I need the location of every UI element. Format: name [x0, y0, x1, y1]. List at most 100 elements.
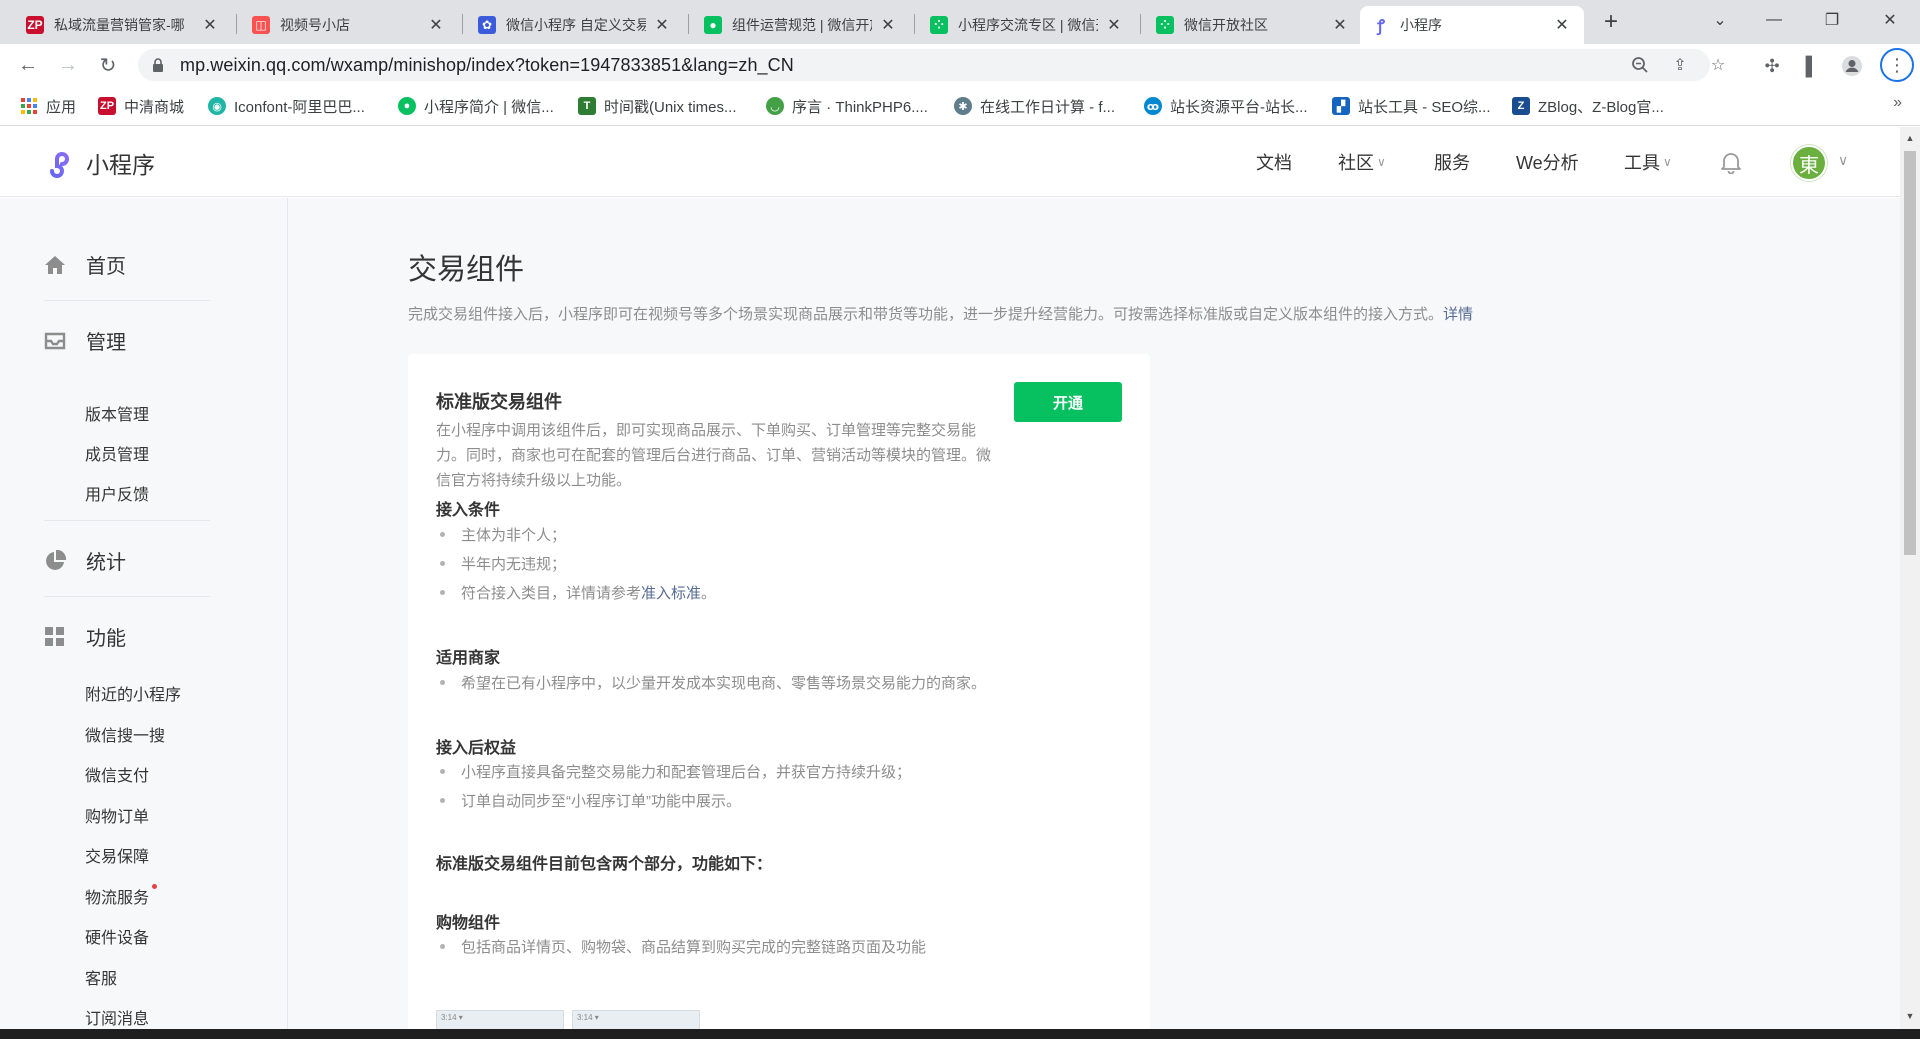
tab-close-icon[interactable]: ✕	[652, 15, 672, 35]
avatar[interactable]: 東	[1791, 145, 1827, 181]
bookmark-item[interactable]: Z ZBlog、Z-Blog官...	[1512, 94, 1664, 118]
tab-search-chevron-icon[interactable]: ⌄	[1696, 0, 1744, 40]
sidebar-item-search[interactable]: 微信搜一搜	[85, 722, 165, 746]
back-icon[interactable]: ←	[14, 51, 42, 79]
tab-close-icon[interactable]: ✕	[200, 15, 220, 35]
bookmark-item[interactable]: ꝏ 站长资源平台-站长...	[1144, 94, 1308, 118]
tab-close-icon[interactable]: ✕	[1330, 15, 1350, 35]
url-text[interactable]: mp.weixin.qq.com/wxamp/minishop/index?to…	[180, 55, 794, 76]
browser-tab[interactable]: ZP 私域流量营销管家-哪 ✕	[14, 6, 232, 44]
list-item-text: 订单自动同步至“小程序订单”功能中展示。	[461, 793, 741, 810]
sidebar-item-features[interactable]: 功能	[44, 622, 126, 651]
site-header: 小程序 文档 社区 ∨ 服务 We分析 工具 ∨ 東 ∨	[0, 127, 1900, 197]
sidebar-item-service[interactable]: 客服	[85, 965, 117, 989]
profile-icon[interactable]	[1840, 54, 1864, 78]
section-title-benefits: 接入后权益	[436, 740, 517, 757]
bookmark-favicon-icon: ZP	[98, 97, 116, 115]
sidebar-item-nearby[interactable]: 附近的小程序	[85, 681, 181, 705]
sidebar-item-hardware[interactable]: 硬件设备	[85, 924, 149, 948]
site-favicon-icon: ⁘	[930, 16, 948, 34]
list-item: 希望在已有小程序中，以少量开发成本实现电商、零售等场景交易能力的商家。	[436, 672, 986, 693]
nav-label: We分析	[1516, 153, 1579, 173]
bookmark-item[interactable]: ◉ Iconfont-阿里巴巴...	[208, 94, 365, 118]
sidebar-item-pay[interactable]: 微信支付	[85, 762, 149, 786]
restore-icon[interactable]: ❐	[1808, 0, 1856, 40]
bookmarks-overflow-icon[interactable]: »	[1893, 94, 1902, 112]
admission-standard-link[interactable]: 准入标准	[641, 582, 701, 603]
bookmark-star-icon[interactable]: ☆	[1708, 55, 1728, 75]
sidebar-item-orders[interactable]: 购物订单	[85, 803, 149, 827]
sidebar-item-logistics[interactable]: 物流服务	[85, 884, 158, 908]
tab-close-icon[interactable]: ✕	[426, 15, 446, 35]
bookmark-apps[interactable]: 应用	[20, 94, 76, 118]
tab-close-icon[interactable]: ✕	[1104, 15, 1124, 35]
address-bar[interactable]: mp.weixin.qq.com/wxamp/minishop/index?to…	[138, 49, 1725, 81]
tab-close-icon[interactable]: ✕	[878, 15, 898, 35]
details-link[interactable]: 详情	[1443, 306, 1473, 323]
sidebar-item-home[interactable]: 首页	[44, 250, 126, 279]
minimize-icon[interactable]: —	[1750, 0, 1798, 40]
browser-tab[interactable]: ⁘ 微信开放社区 ✕	[1144, 6, 1362, 44]
site-favicon-icon: ⁘	[1156, 16, 1174, 34]
logo-text: 小程序	[86, 152, 155, 178]
section-title-conditions: 接入条件	[436, 502, 501, 519]
zoom-icon[interactable]	[1630, 55, 1650, 75]
site-favicon-icon: ✿	[478, 16, 496, 34]
sidebar: 首页 管理 版本管理 成员管理 用户反馈 统计 功能 附近的小程序 微信搜一搜	[0, 198, 288, 1029]
chevron-down-icon[interactable]: ∨	[1838, 152, 1848, 169]
sidebar-item-manage[interactable]: 管理	[44, 326, 126, 355]
lock-icon[interactable]	[150, 57, 166, 73]
page-scrollbar[interactable]: ▲ ▼	[1900, 127, 1920, 1029]
nav-community[interactable]: 社区 ∨	[1338, 149, 1386, 175]
bell-icon[interactable]	[1720, 150, 1744, 175]
browser-tab[interactable]: ✿ 微信小程序 自定义交易组件 ✕	[466, 6, 684, 44]
list-item: 半年内无违规；	[436, 553, 566, 574]
bookmark-item[interactable]: T 时间戳(Unix times...	[578, 94, 737, 118]
close-window-icon[interactable]: ✕	[1866, 0, 1914, 40]
tab-close-icon[interactable]: ✕	[1552, 15, 1572, 35]
reload-icon[interactable]: ↻	[94, 51, 122, 79]
new-tab-button[interactable]: +	[1597, 8, 1625, 36]
sidebar-item-members[interactable]: 成员管理	[85, 441, 149, 465]
sidebar-item-guarantee[interactable]: 交易保障	[85, 843, 149, 867]
share-icon[interactable]: ⇪	[1670, 55, 1690, 75]
page-description: 完成交易组件接入后，小程序即可在视频号等多个场景实现商品展示和带货等功能，进一步…	[408, 303, 1473, 324]
extensions-icon[interactable]: ✣	[1760, 54, 1784, 78]
bookmark-label: 小程序简介 | 微信...	[424, 98, 554, 116]
browser-tab-active[interactable]: ꝭ 小程序 ✕	[1360, 6, 1584, 44]
card-intro: 在小程序中调用该组件后，即可实现商品展示、下单购买、订单管理等完整交易能力。同时…	[436, 422, 992, 489]
preview-screenshot-thumbnail[interactable]: 3:14 ▾	[436, 1010, 564, 1029]
nav-services[interactable]: 服务	[1434, 149, 1470, 175]
chrome-menu-icon[interactable]: ⋮	[1880, 48, 1914, 82]
forward-icon[interactable]: →	[54, 51, 82, 79]
nav-docs[interactable]: 文档	[1256, 149, 1292, 175]
page-content: 小程序 文档 社区 ∨ 服务 We分析 工具 ∨ 東 ∨ 首页 管理 版本管理 成员…	[0, 127, 1900, 1029]
sidebar-label: 功能	[86, 628, 126, 650]
scrollbar-thumb[interactable]	[1904, 151, 1916, 555]
bookmark-item[interactable]: ✱ 在线工作日计算 - f...	[954, 94, 1115, 118]
side-panel-icon[interactable]: ▌	[1800, 54, 1824, 78]
zblog-favicon-icon: Z	[1512, 97, 1530, 115]
sidebar-item-version[interactable]: 版本管理	[85, 401, 149, 425]
nav-tools[interactable]: 工具 ∨	[1624, 149, 1672, 175]
sidebar-item-feedback[interactable]: 用户反馈	[85, 481, 149, 505]
section-title-merchants: 适用商家	[436, 650, 501, 667]
bookmark-item[interactable]: ● 小程序简介 | 微信...	[398, 94, 554, 118]
sidebar-item-subscribe[interactable]: 订阅消息	[85, 1005, 149, 1029]
open-button[interactable]: 开通	[1014, 382, 1122, 422]
preview-screenshot-thumbnail[interactable]: 3:14 ▾	[572, 1010, 700, 1029]
iconfont-favicon-icon: ◉	[208, 97, 226, 115]
scroll-up-icon[interactable]: ▲	[1904, 133, 1916, 145]
nav-label: 文档	[1256, 153, 1292, 173]
browser-tab[interactable]: ● 组件运营规范 | 微信开放文档 ✕	[692, 6, 910, 44]
miniprogram-logo[interactable]: 小程序	[44, 146, 155, 180]
bookmark-item[interactable]: ZP 中清商城	[98, 94, 184, 118]
bookmark-item[interactable]: ▞ 站长工具 - SEO综...	[1332, 94, 1491, 118]
bookmark-item[interactable]: ◡ 序言 · ThinkPHP6....	[766, 94, 928, 118]
browser-tab[interactable]: ◫ 视频号小店 ✕	[240, 6, 458, 44]
browser-tab[interactable]: ⁘ 小程序交流专区 | 微信开放社区 ✕	[918, 6, 1136, 44]
sidebar-item-stats[interactable]: 统计	[44, 546, 126, 575]
scroll-down-icon[interactable]: ▼	[1904, 1011, 1916, 1023]
bookmark-label: 应用	[46, 98, 77, 116]
nav-we-analytics[interactable]: We分析	[1516, 149, 1579, 175]
